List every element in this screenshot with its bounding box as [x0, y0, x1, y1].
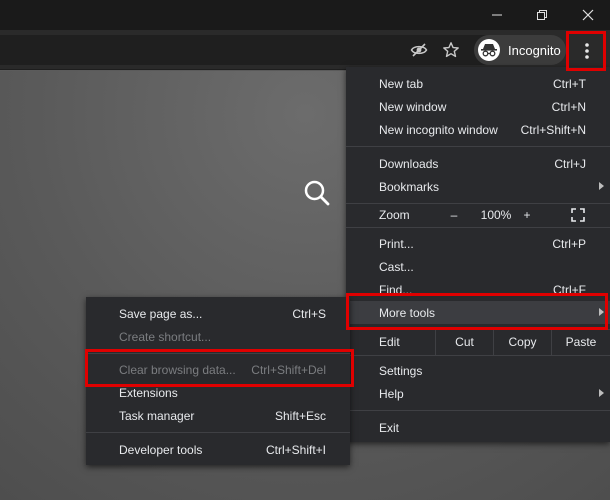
close-icon [582, 9, 593, 21]
fullscreen-icon [571, 208, 585, 222]
submenu-arrow-icon [599, 308, 604, 316]
menu-item-label: Print... [379, 236, 414, 251]
minimize-icon [491, 14, 502, 16]
cut-button[interactable]: Cut [435, 329, 493, 355]
menu-item-label: Clear browsing data... [119, 362, 236, 377]
zoom-out-label: – [450, 208, 458, 222]
menu-item-label: Save page as... [119, 306, 203, 321]
paste-label: Paste [565, 335, 597, 349]
submenu-arrow-icon [599, 389, 604, 397]
menu-item-label: New incognito window [379, 122, 498, 137]
menu-separator [346, 227, 610, 228]
menu-item-downloads[interactable]: Downloads Ctrl+J [346, 152, 610, 175]
menu-item-help[interactable]: Help [346, 382, 610, 405]
eye-off-icon[interactable] [407, 38, 431, 62]
menu-item-clear-browsing-data[interactable]: Clear browsing data... Ctrl+Shift+Del [86, 358, 350, 381]
menu-item-shortcut: Ctrl+T [553, 76, 586, 91]
fullscreen-button[interactable] [558, 203, 598, 227]
menu-item-label: Cast... [379, 259, 414, 274]
close-button[interactable] [565, 0, 610, 30]
incognito-icon [478, 39, 500, 61]
more-tools-submenu: Save page as... Ctrl+S Create shortcut..… [86, 297, 350, 465]
menu-item-new-window[interactable]: New window Ctrl+N [346, 95, 610, 118]
paste-button[interactable]: Paste [551, 329, 610, 355]
menu-item-label: Create shortcut... [119, 329, 212, 344]
edit-label: Edit [379, 335, 400, 349]
menu-item-shortcut: Shift+Esc [274, 408, 326, 423]
zoom-value: 100% [480, 208, 512, 222]
menu-item-label: Downloads [379, 156, 439, 171]
menu-item-label: Find... [379, 282, 413, 297]
menu-item-label: Task manager [119, 408, 195, 423]
menu-separator [86, 432, 350, 433]
menu-item-developer-tools[interactable]: Developer tools Ctrl+Shift+I [86, 438, 350, 461]
browser-toolbar: Incognito [0, 30, 610, 70]
menu-separator [86, 353, 350, 354]
menu-item-label: Settings [379, 363, 423, 378]
zoom-in-button[interactable]: + [511, 203, 543, 227]
menu-item-print[interactable]: Print... Ctrl+P [346, 232, 610, 255]
menu-item-bookmarks[interactable]: Bookmarks [346, 175, 610, 198]
menu-item-shortcut: Ctrl+J [554, 156, 586, 171]
cut-label: Cut [455, 335, 474, 349]
menu-edit-row: Edit Cut Copy Paste [346, 329, 610, 355]
zoom-label: Zoom [379, 208, 410, 222]
menu-item-find[interactable]: Find... Ctrl+F [346, 278, 610, 301]
restore-button[interactable] [519, 0, 564, 30]
menu-item-label: More tools [379, 305, 436, 320]
menu-item-extensions[interactable]: Extensions [86, 381, 350, 404]
menu-zoom-row: Zoom – 100% + [346, 203, 610, 227]
menu-item-label: New window [379, 99, 447, 114]
menu-item-save-page[interactable]: Save page as... Ctrl+S [86, 302, 350, 325]
zoom-out-button[interactable]: – [437, 203, 471, 227]
kebab-menu-icon [585, 43, 589, 59]
submenu-arrow-icon [599, 182, 604, 190]
menu-item-label: New tab [379, 76, 424, 91]
menu-item-shortcut: Ctrl+Shift+Del [251, 362, 326, 377]
copy-label: Copy [508, 335, 537, 349]
incognito-chip[interactable]: Incognito [474, 35, 566, 65]
zoom-in-label: + [523, 208, 531, 222]
menu-item-label: Help [379, 386, 404, 401]
menu-item-label: Extensions [119, 385, 178, 400]
menu-separator [346, 355, 610, 356]
menu-item-cast[interactable]: Cast... [346, 255, 610, 278]
menu-item-label: Exit [379, 420, 400, 435]
menu-button[interactable] [571, 37, 603, 65]
menu-separator [346, 410, 610, 411]
title-bar [0, 0, 610, 30]
menu-item-shortcut: Ctrl+N [551, 99, 586, 114]
menu-item-shortcut: Ctrl+S [292, 306, 326, 321]
menu-item-new-tab[interactable]: New tab Ctrl+T [346, 72, 610, 95]
menu-separator [346, 146, 610, 147]
menu-item-task-manager[interactable]: Task manager Shift+Esc [86, 404, 350, 427]
menu-item-settings[interactable]: Settings [346, 359, 610, 382]
restore-icon [536, 10, 547, 20]
copy-button[interactable]: Copy [493, 329, 551, 355]
chrome-main-menu: New tab Ctrl+T New window Ctrl+N New inc… [346, 67, 610, 442]
menu-item-shortcut: Ctrl+Shift+I [265, 442, 326, 457]
menu-item-label: Bookmarks [379, 179, 440, 194]
minimize-button[interactable] [474, 0, 519, 30]
star-icon[interactable] [439, 38, 463, 62]
menu-item-new-incognito-window[interactable]: New incognito window Ctrl+Shift+N [346, 118, 610, 141]
menu-item-create-shortcut[interactable]: Create shortcut... [86, 325, 350, 348]
menu-item-label: Developer tools [119, 442, 203, 457]
menu-item-shortcut: Ctrl+F [553, 282, 586, 297]
menu-item-shortcut: Ctrl+P [552, 236, 586, 251]
menu-item-shortcut: Ctrl+Shift+N [520, 122, 586, 137]
search-icon[interactable] [303, 179, 331, 207]
incognito-label: Incognito [508, 42, 561, 58]
menu-item-more-tools[interactable]: More tools [346, 301, 610, 324]
menu-item-exit[interactable]: Exit [346, 416, 610, 439]
